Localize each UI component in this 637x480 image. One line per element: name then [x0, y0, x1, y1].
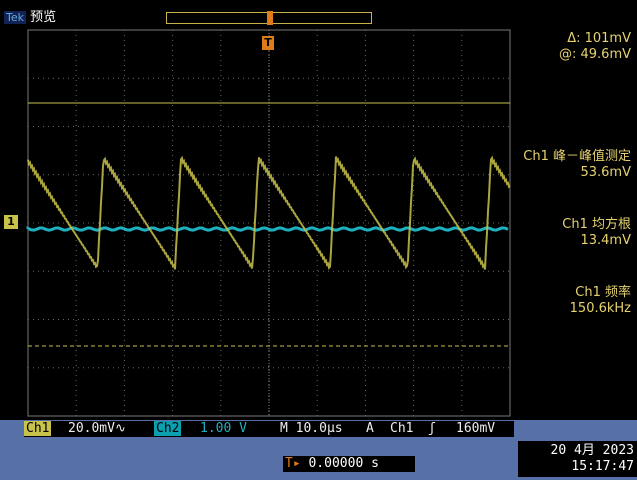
- record-length-bar: [166, 11, 372, 25]
- ch1-scale[interactable]: 20.0mV∿: [68, 421, 126, 436]
- meas-ptp-value: 53.6mV: [580, 165, 631, 180]
- mode-label: 预览: [30, 10, 57, 25]
- meas-rms-value: 13.4mV: [580, 233, 631, 248]
- ch2-scale[interactable]: 1.00 V: [200, 421, 247, 436]
- ch2-tag[interactable]: Ch2: [154, 421, 182, 436]
- cursor-at: @: 49.6mV: [558, 47, 631, 62]
- cursor-delta: Δ: 101mV: [567, 31, 631, 46]
- trigger-position-value: 0.00000 s: [308, 456, 379, 471]
- trigger-pos-icon: T▸: [285, 456, 301, 471]
- top-bar: Tek 预览: [0, 0, 637, 28]
- meas-freq-value: 150.6kHz: [569, 301, 631, 316]
- trigger-level[interactable]: 160mV: [456, 421, 495, 436]
- status-bar: Ch1 20.0mV∿ Ch2 1.00 V M 10.0µs A Ch1 ʃ …: [24, 421, 514, 437]
- meas-rms-label: Ch1 均方根: [562, 217, 631, 232]
- timebase[interactable]: M 10.0µs: [280, 421, 343, 436]
- trigger-slope-icon: ʃ: [428, 421, 436, 436]
- trigger-source[interactable]: Ch1: [390, 421, 413, 436]
- meas-freq-label: Ch1 频率: [575, 285, 631, 300]
- trigger-position-marker[interactable]: T: [262, 36, 274, 50]
- ch1-tag[interactable]: Ch1: [24, 421, 52, 436]
- acquire-mode: A: [366, 421, 374, 436]
- measurement-panel: Δ: 101mV @: 49.6mV Ch1 峰－峰值测定 53.6mV Ch1…: [512, 28, 637, 420]
- brand: Tek 预览: [4, 6, 56, 25]
- date-label: 20 4月 2023: [550, 443, 634, 458]
- trigger-position-readout: T▸ 0.00000 s: [283, 456, 415, 472]
- date-time: 20 4月 2023 15:17:47: [518, 441, 637, 477]
- waveform-display: [0, 28, 512, 420]
- meas-ptp-label: Ch1 峰－峰值测定: [523, 149, 631, 164]
- brand-logo: Tek: [4, 11, 26, 24]
- time-label: 15:17:47: [571, 459, 634, 474]
- ch1-ground-marker[interactable]: 1: [4, 215, 18, 229]
- record-position-marker: [267, 11, 273, 25]
- graticule-svg: [26, 29, 511, 417]
